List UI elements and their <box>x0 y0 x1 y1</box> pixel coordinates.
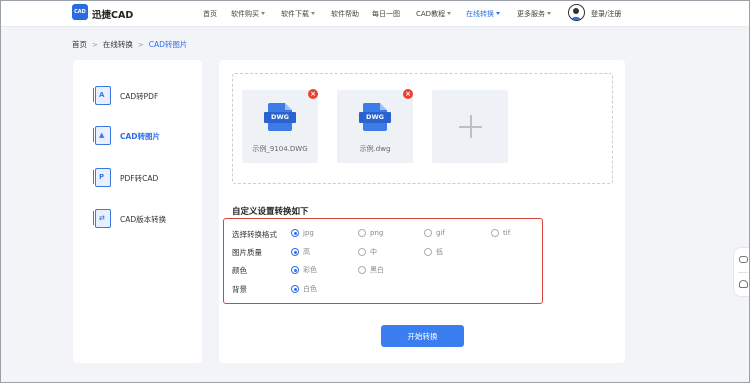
sidebar-item-label: CAD转PDF <box>120 91 159 101</box>
cad-to-pdf-icon: A <box>93 85 113 107</box>
nav-online-convert[interactable]: 在线转换 <box>466 9 500 19</box>
chevron-down-icon <box>547 12 551 15</box>
nav-more-services[interactable]: 更多服务 <box>517 9 551 19</box>
format-option-gif[interactable]: gif <box>424 229 445 237</box>
chat-icon[interactable] <box>739 256 748 263</box>
file-name: 示例_9104.DWG <box>252 145 308 153</box>
sidebar-item-cad-version[interactable]: ⇄ CAD版本转换 <box>93 207 193 231</box>
remove-file-icon[interactable]: × <box>308 89 318 99</box>
color-option-bw[interactable]: 黑白 <box>358 265 384 275</box>
chevron-right-icon: > <box>137 41 144 49</box>
add-file-button[interactable] <box>432 90 508 163</box>
chevron-down-icon <box>261 12 265 15</box>
quality-option-low[interactable]: 低 <box>424 247 443 257</box>
nav-download[interactable]: 软件下载 <box>281 9 315 19</box>
format-label: 选择转换格式 <box>232 230 277 239</box>
quality-option-high[interactable]: 高 <box>291 247 310 257</box>
file-type-badge: DWG <box>264 112 296 123</box>
login-register-link[interactable]: 登录/注册 <box>591 9 621 19</box>
start-convert-button[interactable]: 开始转换 <box>381 325 464 347</box>
chevron-down-icon <box>447 12 452 15</box>
chevron-down-icon <box>496 12 500 15</box>
format-option-tif[interactable]: tif <box>491 229 510 237</box>
format-option-png[interactable]: png <box>358 229 383 237</box>
sidebar-item-pdf-to-cad[interactable]: P PDF转CAD <box>93 166 193 190</box>
pdf-to-cad-icon: P <box>93 167 113 189</box>
cad-to-image-icon: ▲ <box>93 125 113 147</box>
cad-version-icon: ⇄ <box>93 208 113 230</box>
remove-file-icon[interactable]: × <box>403 89 413 99</box>
brand-name[interactable]: 迅捷CAD <box>92 7 133 21</box>
nav-home[interactable]: 首页 <box>203 9 217 19</box>
chevron-down-icon <box>311 12 315 15</box>
logo[interactable]: CAD <box>72 4 88 20</box>
nav-daily-drawing[interactable]: 每日一图 <box>372 9 400 19</box>
breadcrumb-home[interactable]: 首页 <box>72 40 87 49</box>
format-option-jpg[interactable]: jpg <box>291 229 314 237</box>
sidebar-item-label: CAD版本转换 <box>120 214 167 224</box>
color-label: 颜色 <box>232 266 247 275</box>
settings-title: 自定义设置转换如下 <box>232 207 309 217</box>
floating-service-widget <box>733 247 749 297</box>
sidebar-item-label: PDF转CAD <box>120 173 159 183</box>
phone-icon[interactable] <box>739 280 748 288</box>
avatar-icon[interactable] <box>568 4 585 21</box>
breadcrumb-online-convert[interactable]: 在线转换 <box>103 40 133 49</box>
file-card: DWG 示例_9104.DWG <box>242 90 318 163</box>
nav-cad-tutorial[interactable]: CAD教程 <box>416 9 452 19</box>
file-name: 示例.dwg <box>359 145 391 153</box>
file-card: DWG 示例.dwg <box>337 90 413 163</box>
nav-purchase[interactable]: 软件购买 <box>231 9 265 19</box>
nav-help[interactable]: 软件帮助 <box>331 9 359 19</box>
color-option-color[interactable]: 彩色 <box>291 265 317 275</box>
breadcrumb: 首页 > 在线转换 > CAD转图片 <box>72 39 187 50</box>
background-label: 背景 <box>232 285 247 294</box>
file-type-badge: DWG <box>359 112 391 123</box>
quality-option-medium[interactable]: 中 <box>358 247 377 257</box>
sidebar-item-cad-to-pdf[interactable]: A CAD转PDF <box>93 84 193 108</box>
breadcrumb-current: CAD转图片 <box>148 40 188 49</box>
sidebar-item-cad-to-image[interactable]: ▲ CAD转图片 <box>93 124 193 148</box>
sidebar-item-label: CAD转图片 <box>120 131 161 141</box>
chevron-right-icon: > <box>92 41 98 49</box>
quality-label: 图片质量 <box>232 248 262 257</box>
background-option-white[interactable]: 白色 <box>291 284 317 294</box>
